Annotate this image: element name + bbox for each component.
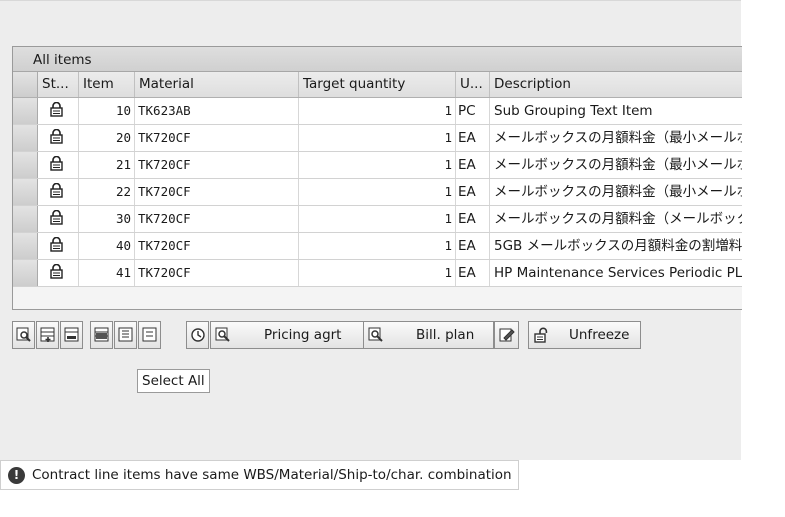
description-cell[interactable]: HP Maintenance Services Periodic PL6: [490, 260, 742, 286]
column-header-unit[interactable]: U...: [456, 72, 490, 97]
lock-icon: [38, 125, 79, 151]
description-cell[interactable]: メールボックスの月額料金（最小メールボッ: [490, 125, 742, 151]
edit-button[interactable]: [494, 321, 519, 349]
deselect-all-button[interactable]: [138, 321, 161, 349]
insert-row-button[interactable]: [36, 321, 59, 349]
column-header-item[interactable]: Item: [79, 72, 135, 97]
material-cell[interactable]: TK720CF: [135, 179, 299, 205]
pricing-agreement-label: Pricing agrt: [264, 327, 342, 343]
items-table: St... Item Material Target quantity U...…: [13, 72, 742, 287]
description-cell[interactable]: 5GB メールボックスの月額料金の割増料金: [490, 233, 742, 259]
top-divider: [0, 0, 741, 1]
items-panel: All items St... Item Material Target qua…: [12, 46, 742, 349]
column-header-target-quantity[interactable]: Target quantity: [299, 72, 456, 97]
unlock-icon: [534, 327, 548, 343]
conditions-icon: [190, 328, 205, 342]
item-cell[interactable]: 10: [79, 98, 135, 124]
row-selector[interactable]: [13, 125, 38, 151]
table-body: 10 TK623AB 1 PC Sub Grouping Text Item 20 TK72…: [13, 98, 742, 287]
material-cell[interactable]: TK623AB: [135, 98, 299, 124]
material-cell[interactable]: TK720CF: [135, 125, 299, 151]
panel-title: All items: [13, 47, 742, 72]
billing-plan-button[interactable]: Bill. plan: [363, 321, 494, 349]
column-header-status[interactable]: St...: [38, 72, 79, 97]
delete-row-icon: [64, 327, 78, 342]
row-selector[interactable]: [13, 152, 38, 178]
delete-row-button[interactable]: [60, 321, 83, 349]
row-selector[interactable]: [13, 260, 38, 286]
material-cell[interactable]: TK720CF: [135, 233, 299, 259]
select-all-tooltip: Select All: [137, 369, 210, 393]
lock-icon: [38, 260, 79, 286]
table-header: St... Item Material Target quantity U...…: [13, 72, 742, 98]
pricing-agreement-button[interactable]: Pricing agrt: [210, 321, 374, 349]
target-quantity-cell[interactable]: 1: [299, 260, 456, 286]
column-header-material[interactable]: Material: [135, 72, 299, 97]
target-quantity-cell[interactable]: 1: [299, 125, 456, 151]
unit-cell[interactable]: EA: [456, 125, 490, 151]
unit-cell[interactable]: EA: [456, 179, 490, 205]
unfreeze-button[interactable]: Unfreeze: [528, 321, 641, 349]
lock-icon: [38, 179, 79, 205]
edit-icon: [499, 328, 515, 342]
select-all-button[interactable]: [13, 72, 38, 97]
column-header-description[interactable]: Description: [490, 72, 742, 97]
select-all-icon: [94, 327, 108, 342]
status-message: Contract line items have same WBS/Materi…: [32, 467, 512, 483]
unfreeze-label: Unfreeze: [569, 327, 630, 343]
material-cell[interactable]: TK720CF: [135, 152, 299, 178]
item-cell[interactable]: 30: [79, 206, 135, 232]
deselect-all-icon: [142, 327, 156, 342]
billing-plan-label: Bill. plan: [416, 327, 475, 343]
row-selector[interactable]: [13, 233, 38, 259]
conditions-button[interactable]: [186, 321, 209, 349]
status-bar[interactable]: ! Contract line items have same WBS/Mate…: [0, 460, 519, 490]
target-quantity-cell[interactable]: 1: [299, 233, 456, 259]
table-row[interactable]: 41 TK720CF 1 EA HP Maintenance Services Peri…: [13, 260, 742, 287]
table-row[interactable]: 10 TK623AB 1 PC Sub Grouping Text Item: [13, 98, 742, 125]
description-cell[interactable]: Sub Grouping Text Item: [490, 98, 742, 124]
unit-cell[interactable]: EA: [456, 206, 490, 232]
item-cell[interactable]: 40: [79, 233, 135, 259]
table-row[interactable]: 22 TK720CF 1 EA メールボックスの月額料金（最小メールボッ: [13, 179, 742, 206]
select-block-button[interactable]: [114, 321, 137, 349]
table-row[interactable]: 20 TK720CF 1 EA メールボックスの月額料金（最小メールボッ: [13, 125, 742, 152]
table-row[interactable]: 30TK720CF1EAメールボックスの月額料金（メールボックス数: [13, 206, 742, 233]
select-block-icon: [118, 327, 132, 342]
row-selector[interactable]: [13, 98, 38, 124]
item-cell[interactable]: 22: [79, 179, 135, 205]
unit-cell[interactable]: EA: [456, 152, 490, 178]
material-cell[interactable]: TK720CF: [135, 206, 299, 232]
lock-icon: [38, 152, 79, 178]
details-icon: [16, 327, 31, 342]
details-button[interactable]: [12, 321, 35, 349]
table-row[interactable]: 40 TK720CF 1 EA 5GB メールボックスの月額料金の割増料金: [13, 233, 742, 260]
lock-icon: [38, 206, 79, 232]
target-quantity-cell[interactable]: 1: [299, 98, 456, 124]
right-margin: [741, 0, 785, 517]
warning-icon: !: [8, 466, 25, 484]
description-cell[interactable]: メールボックスの月額料金（最小メールボッ: [490, 152, 742, 178]
row-selector[interactable]: [13, 206, 38, 232]
description-cell[interactable]: メールボックスの月額料金（最小メールボッ: [490, 179, 742, 205]
insert-row-icon: [40, 327, 54, 342]
target-quantity-cell[interactable]: 1: [299, 179, 456, 205]
item-cell[interactable]: 20: [79, 125, 135, 151]
material-cell[interactable]: TK720CF: [135, 260, 299, 286]
billing-plan-search-icon: [368, 327, 383, 342]
description-cell[interactable]: メールボックスの月額料金（メールボックス数: [490, 206, 742, 232]
unit-cell[interactable]: PC: [456, 98, 490, 124]
unit-cell[interactable]: EA: [456, 233, 490, 259]
item-cell[interactable]: 21: [79, 152, 135, 178]
target-quantity-cell[interactable]: 1: [299, 152, 456, 178]
lock-icon: [38, 233, 79, 259]
select-all-items-button[interactable]: [90, 321, 113, 349]
target-quantity-cell[interactable]: 1: [299, 206, 456, 232]
table-row[interactable]: 21 TK720CF 1 EA メールボックスの月額料金（最小メールボッ: [13, 152, 742, 179]
item-cell[interactable]: 41: [79, 260, 135, 286]
row-selector[interactable]: [13, 179, 38, 205]
lock-icon: [38, 98, 79, 124]
unit-cell[interactable]: EA: [456, 260, 490, 286]
pricing-search-icon: [215, 327, 230, 342]
